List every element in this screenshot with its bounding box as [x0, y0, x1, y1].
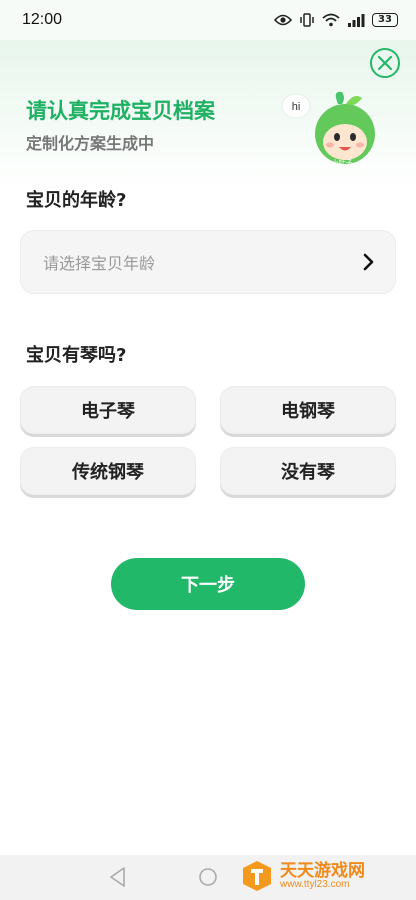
piano-question: 宝贝有琴吗? [26, 345, 127, 366]
age-question: 宝贝的年龄? [26, 190, 127, 211]
option-digital-piano[interactable]: 电钢琴 [220, 386, 396, 434]
status-time: 12:00 [22, 11, 63, 28]
page-title: 请认真完成宝贝档案 [26, 99, 215, 123]
close-icon [378, 56, 392, 70]
eye-icon [274, 14, 292, 26]
battery-icon: 33 [372, 13, 398, 27]
age-placeholder: 请选择宝贝年龄 [43, 254, 156, 273]
nav-back-icon[interactable] [108, 866, 128, 888]
hi-bubble: hi [292, 101, 301, 113]
close-button[interactable] [370, 48, 400, 78]
next-button[interactable]: 下一步 [111, 558, 305, 610]
nav-home-icon[interactable] [198, 867, 218, 887]
status-bar: 12:00 33 [0, 0, 416, 40]
chevron-right-icon [363, 253, 374, 271]
watermark-url: www.ttyl23.com [280, 878, 350, 890]
page-subtitle: 定制化方案生成中 [26, 134, 155, 153]
age-select[interactable]: 请选择宝贝年龄 [20, 230, 396, 294]
mascot-label: 小叶子 [332, 158, 353, 167]
watermark: 天天游戏网 www.ttyl23.com [240, 858, 365, 894]
vibrate-icon [300, 13, 314, 27]
status-icons: 33 [274, 12, 398, 28]
watermark-title: 天天游戏网 [280, 860, 365, 880]
option-electronic-keyboard[interactable]: 电子琴 [20, 386, 196, 434]
option-no-piano[interactable]: 没有琴 [220, 447, 396, 495]
watermark-text: 天天游戏网 www.ttyl23.com [280, 862, 365, 891]
watermark-logo-icon [243, 861, 271, 891]
signal-icon [348, 14, 365, 27]
wifi-icon [322, 13, 340, 27]
mascot-image: hi 小叶子 [281, 91, 375, 167]
option-acoustic-piano[interactable]: 传统钢琴 [20, 447, 196, 495]
